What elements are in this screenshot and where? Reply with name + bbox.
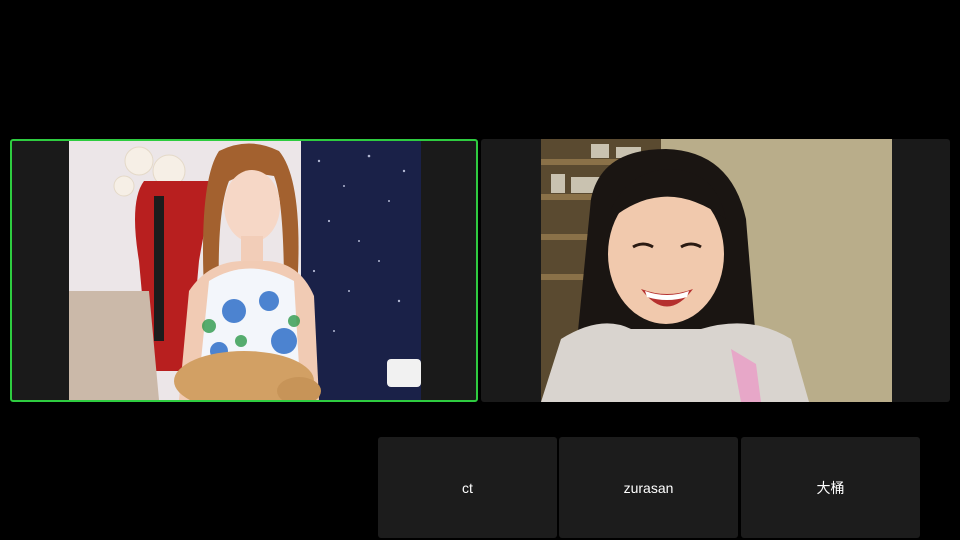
- participant-name-label: ct: [462, 479, 473, 496]
- participant-thumbnail[interactable]: 大桶: [741, 437, 920, 538]
- participant-video-feed: [541, 139, 892, 402]
- participant-name-label: zurasan: [623, 479, 674, 496]
- video-frame-image: [69, 141, 421, 400]
- participant-thumbnail[interactable]: ct: [378, 437, 557, 538]
- participant-name-label: 大桶: [816, 479, 845, 496]
- participant-video-tile[interactable]: [481, 139, 950, 402]
- participant-video-tile-active[interactable]: [10, 139, 478, 402]
- video-call-stage: ct zurasan 大桶: [0, 0, 960, 540]
- video-frame-image: [541, 139, 892, 402]
- participant-thumbnail[interactable]: zurasan: [559, 437, 738, 538]
- participant-video-feed: [69, 141, 421, 400]
